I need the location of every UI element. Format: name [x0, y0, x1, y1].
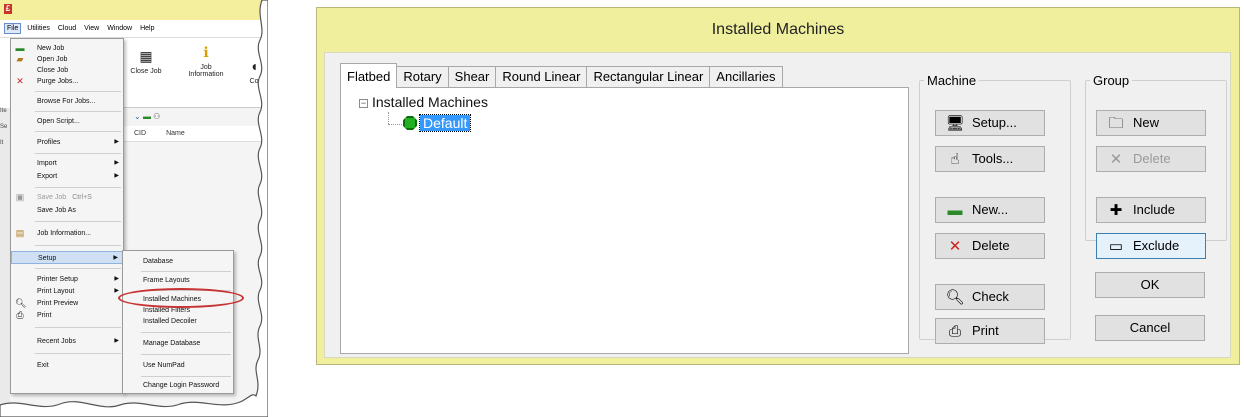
tab-flatbed[interactable]: Flatbed [340, 63, 398, 88]
check-preview-icon: 🔍︎ [945, 289, 965, 306]
machine-status-icon [403, 116, 417, 130]
tree-item-label: Default [418, 114, 472, 132]
new-folder-icon: 🗀︎ [1108, 115, 1124, 132]
tree-root[interactable]: − Installed Machines [359, 94, 488, 110]
dialog-client-area: Flatbed Rotary Shear Round Linear Rectan… [324, 52, 1231, 358]
machine-type-tabs: Flatbed Rotary Shear Round Linear Rectan… [340, 63, 783, 88]
tab-shear[interactable]: Shear [448, 66, 497, 88]
tree-item-default[interactable]: Default [403, 114, 472, 132]
setup-icon: 🖥︎ [945, 115, 965, 132]
hand-icon: ☝︎ [950, 151, 960, 168]
delete-icon: ✕ [948, 238, 962, 255]
machine-print-button[interactable]: ⎙ Print [935, 318, 1045, 344]
group-delete-button[interactable]: ✕ Delete [1096, 146, 1206, 172]
machine-group-label: Machine [927, 73, 977, 88]
new-machine-icon: ▬ [947, 202, 963, 219]
group-group-label: Group [1093, 73, 1130, 88]
tree-connector [388, 112, 389, 124]
tab-rectangular-linear[interactable]: Rectangular Linear [587, 66, 711, 88]
dialog-title: Installed Machines [711, 21, 845, 38]
tree-root-label: Installed Machines [372, 94, 488, 110]
tree-connector [388, 124, 402, 125]
group-new-button[interactable]: 🗀︎ New [1096, 110, 1206, 136]
collapse-icon[interactable]: − [359, 99, 368, 108]
tab-ancillaries[interactable]: Ancillaries [710, 66, 783, 88]
print-icon: ⎙ [948, 323, 961, 340]
delete-icon: ✕ [1109, 151, 1123, 168]
machines-tree-panel: − Installed Machines Default [340, 87, 909, 354]
group-include-button[interactable]: ✚ Include [1096, 197, 1206, 223]
tab-rotary[interactable]: Rotary [397, 66, 449, 88]
app-window-crop: £ File Utilities Cloud View Window Help … [0, 0, 268, 417]
machine-group-box: Machine 🖥︎ Setup... ☝︎ Tools... ▬ New... ✕ D… [919, 73, 1071, 344]
minus-icon: ▭ [1108, 238, 1124, 255]
plus-icon: ✚ [1109, 202, 1123, 219]
machine-check-button[interactable]: 🔍︎ Check [935, 284, 1045, 310]
group-group-box: Group 🗀︎ New ✕ Delete ✚ Include ▭ Exclude [1085, 73, 1227, 259]
group-exclude-button[interactable]: ▭ Exclude [1096, 233, 1206, 259]
machine-new-button[interactable]: ▬ New... [935, 197, 1045, 223]
torn-edge-decoration [0, 0, 268, 417]
machine-setup-button[interactable]: 🖥︎ Setup... [935, 110, 1045, 136]
machine-tools-button[interactable]: ☝︎ Tools... [935, 146, 1045, 172]
cancel-button[interactable]: Cancel [1095, 315, 1205, 341]
tab-round-linear[interactable]: Round Linear [496, 66, 588, 88]
machine-delete-button[interactable]: ✕ Delete [935, 233, 1045, 259]
ok-button[interactable]: OK [1095, 272, 1205, 298]
installed-machines-dialog: Installed Machines Flatbed Rotary Shear … [316, 7, 1240, 365]
